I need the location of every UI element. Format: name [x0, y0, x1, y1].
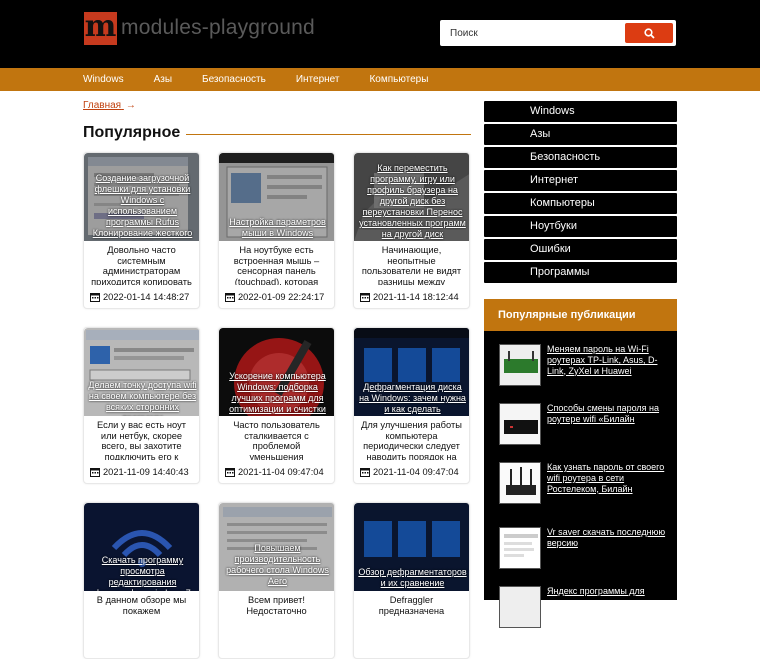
article-card[interactable]: Как переместить программу, игру или проф…: [353, 152, 470, 309]
article-date: 2021-11-09 14:40:43: [90, 467, 189, 477]
nav-item-basics[interactable]: Азы: [154, 74, 172, 85]
calendar-icon: [90, 293, 100, 302]
article-date-text: 2021-11-14 18:12:44: [373, 292, 459, 302]
article-date: 2021-11-04 09:47:04: [225, 467, 324, 477]
article-excerpt: Начинающие, неопытные пользователи не ви…: [361, 245, 462, 285]
popular-item[interactable]: Vr saver скачать последнюю версию: [499, 527, 674, 571]
logo-text: modules-playground: [121, 16, 315, 39]
search-icon: [643, 27, 655, 39]
breadcrumb: Главная →: [83, 100, 136, 111]
article-card[interactable]: Дефрагментация диска на Windows: зачем н…: [353, 327, 470, 484]
search-button[interactable]: [625, 23, 673, 43]
popular-item[interactable]: Как узнать пароль от своего wifi роутера…: [499, 462, 674, 506]
section-title: Популярное: [83, 124, 187, 142]
article-date: 2022-01-14 14:48:27: [90, 292, 189, 302]
article-card[interactable]: Повышаем производительность рабочего сто…: [218, 502, 335, 659]
main-nav: Windows Азы Безопасность Интернет Компью…: [0, 68, 760, 91]
sidebar-menu: Windows Азы Безопасность Интернет Компью…: [484, 101, 677, 285]
calendar-icon: [225, 468, 235, 477]
sidebar-item-errors[interactable]: Ошибки: [484, 239, 677, 260]
article-date-text: 2021-11-04 09:47:04: [238, 467, 324, 477]
article-excerpt: Если у вас есть ноут или нетбук, скорее …: [96, 420, 187, 460]
popular-item-title[interactable]: Способы смены пароля на роутере wifi «Би…: [547, 403, 672, 425]
popular-item-title[interactable]: Vr saver скачать последнюю версию: [547, 527, 672, 549]
calendar-icon: [90, 468, 100, 477]
site-logo[interactable]: m modules-playground: [84, 8, 315, 45]
calendar-icon: [225, 293, 235, 302]
article-card[interactable]: Ускорение компьютера Windows: подборка л…: [218, 327, 335, 484]
article-thumbnail[interactable]: Делаем точку доступа wifi на своём компь…: [84, 328, 199, 416]
article-title[interactable]: Как переместить программу, игру или проф…: [358, 163, 467, 240]
popular-item-title[interactable]: Меняем пароль на Wi-Fi роутерах TP-Link,…: [547, 344, 672, 376]
breadcrumb-arrow-icon: →: [125, 100, 136, 111]
article-excerpt: В данном обзоре мы покажем: [96, 595, 187, 616]
article-title[interactable]: Повышаем производительность рабочего сто…: [223, 543, 332, 587]
calendar-icon: [360, 468, 370, 477]
sidebar-item-laptops[interactable]: Ноутбуки: [484, 216, 677, 237]
article-thumbnail[interactable]: Обзор дефрагментаторов и их сравнение: [354, 503, 469, 591]
popular-item[interactable]: Способы смены пароля на роутере wifi «Би…: [499, 403, 674, 447]
article-thumbnail[interactable]: Настройка параметров мыши в Windows: [219, 153, 334, 241]
calendar-icon: [360, 293, 370, 302]
article-thumbnail[interactable]: Как переместить программу, игру или проф…: [354, 153, 469, 241]
article-thumbnail[interactable]: Создание загрузочной флешки для установк…: [84, 153, 199, 241]
popular-item-thumbnail[interactable]: [499, 527, 541, 569]
article-date-text: 2022-01-14 14:48:27: [103, 292, 190, 302]
article-title[interactable]: Скачать программу просмотра редактирован…: [88, 555, 197, 591]
sidebar-item-windows[interactable]: Windows: [484, 101, 677, 122]
article-title[interactable]: Обзор дефрагментаторов и их сравнение: [358, 567, 467, 589]
search-box: [440, 20, 676, 46]
article-title[interactable]: Ускорение компьютера Windows: подборка л…: [223, 371, 332, 415]
site-header: m modules-playground: [0, 0, 760, 68]
article-date: 2022-01-09 22:24:17: [225, 292, 324, 302]
sidebar-item-computers[interactable]: Компьютеры: [484, 193, 677, 214]
article-date: 2021-11-04 09:47:04: [360, 467, 459, 477]
article-date-text: 2021-11-09 14:40:43: [103, 467, 189, 477]
logo-mark: m: [84, 8, 117, 45]
popular-item-thumbnail[interactable]: [499, 344, 541, 386]
article-excerpt: На ноутбуке есть встроенная мышь – сенсо…: [233, 245, 320, 285]
sidebar-item-basics[interactable]: Азы: [484, 124, 677, 145]
article-date-text: 2022-01-09 22:24:17: [238, 292, 325, 302]
article-date: 2021-11-14 18:12:44: [360, 292, 459, 302]
sidebar-item-internet[interactable]: Интернет: [484, 170, 677, 191]
article-title[interactable]: Создание загрузочной флешки для установк…: [88, 173, 197, 241]
popular-item-title[interactable]: Как узнать пароль от своего wifi роутера…: [547, 462, 672, 494]
article-card[interactable]: Настройка параметров мыши в Windows На н…: [218, 152, 335, 309]
popular-item-title[interactable]: Яндекс программы для: [547, 586, 672, 597]
popular-item[interactable]: Яндекс программы для: [499, 586, 674, 630]
article-card[interactable]: Делаем точку доступа wifi на своём компь…: [83, 327, 200, 484]
article-thumbnail[interactable]: Повышаем производительность рабочего сто…: [219, 503, 334, 591]
article-excerpt: Довольно часто системным администраторам…: [91, 245, 192, 285]
popular-item[interactable]: Меняем пароль на Wi-Fi роутерах TP-Link,…: [499, 344, 674, 388]
popular-item-thumbnail[interactable]: [499, 462, 541, 504]
article-excerpt: Часто пользователь сталкивается с пробле…: [233, 420, 320, 460]
article-thumbnail[interactable]: Ускорение компьютера Windows: подборка л…: [219, 328, 334, 416]
article-title[interactable]: Делаем точку доступа wifi на своём компь…: [88, 380, 197, 416]
nav-item-windows[interactable]: Windows: [83, 74, 124, 85]
article-thumbnail[interactable]: Дефрагментация диска на Windows: зачем н…: [354, 328, 469, 416]
popular-widget-title: Популярные публикации: [484, 299, 677, 331]
popular-item-thumbnail[interactable]: [499, 403, 541, 445]
article-date-text: 2021-11-04 09:47:04: [373, 467, 459, 477]
article-excerpt: Defraggler предназначена: [378, 595, 445, 616]
article-thumbnail[interactable]: Скачать программу просмотра редактирован…: [84, 503, 199, 591]
nav-item-computers[interactable]: Компьютеры: [369, 74, 428, 85]
popular-item-thumbnail[interactable]: [499, 586, 541, 628]
article-excerpt: Всем привет! Недостаточно: [246, 595, 307, 616]
section-header: Популярное: [83, 124, 471, 144]
popular-widget: Популярные публикации Меняем пароль на W…: [484, 299, 677, 628]
article-title[interactable]: Дефрагментация диска на Windows: зачем н…: [358, 382, 467, 415]
sidebar-item-programs[interactable]: Программы: [484, 262, 677, 283]
search-input[interactable]: [440, 20, 624, 46]
nav-item-internet[interactable]: Интернет: [296, 74, 340, 85]
article-card[interactable]: Обзор дефрагментаторов и их сравнение De…: [353, 502, 470, 659]
sidebar-item-security[interactable]: Безопасность: [484, 147, 677, 168]
article-card[interactable]: Создание загрузочной флешки для установк…: [83, 152, 200, 309]
article-excerpt: Для улучшения работы компьютера периодич…: [361, 420, 462, 460]
breadcrumb-home-link[interactable]: Главная: [83, 100, 121, 111]
article-title[interactable]: Настройка параметров мыши в Windows: [223, 217, 332, 239]
nav-item-security[interactable]: Безопасность: [202, 74, 266, 85]
article-card[interactable]: Скачать программу просмотра редактирован…: [83, 502, 200, 659]
